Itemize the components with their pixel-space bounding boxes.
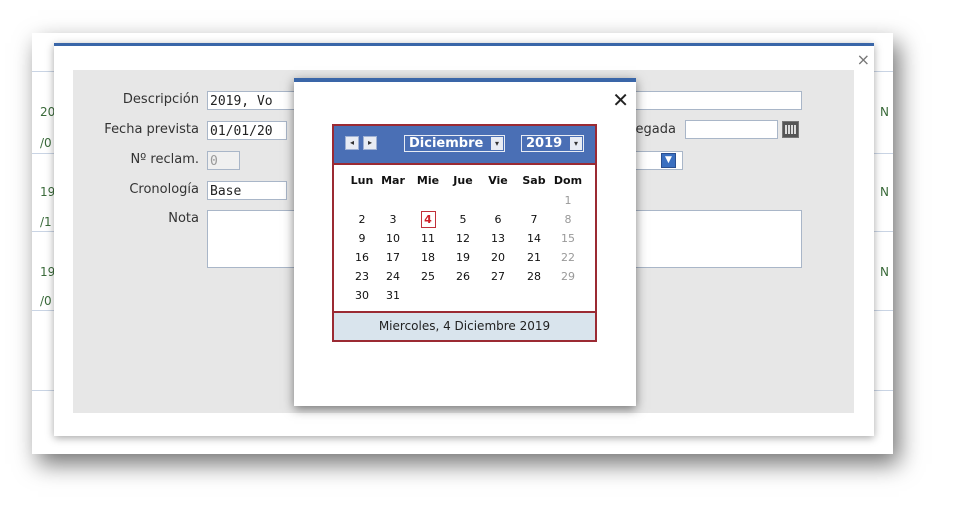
weekday-label: Mie (416, 174, 440, 187)
calendar-day[interactable]: 16 (345, 249, 379, 266)
calendar-day[interactable]: 14 (517, 230, 551, 247)
calendar-day[interactable]: 31 (376, 287, 410, 304)
calendar-day[interactable]: 28 (517, 268, 551, 285)
bg-row-text: N (880, 185, 889, 199)
calendar-day[interactable]: 25 (411, 268, 445, 285)
month-select-value: Diciembre (409, 136, 484, 151)
chevron-down-icon: ▾ (491, 137, 503, 150)
calendar-day[interactable]: 1 (551, 192, 585, 209)
calendar-day[interactable]: 24 (376, 268, 410, 285)
calendar-day[interactable]: 27 (481, 268, 515, 285)
selected-date-footer: Miercoles, 4 Diciembre 2019 (334, 311, 595, 340)
weekday-label: Mar (381, 174, 405, 187)
calendar-day[interactable]: 8 (551, 211, 585, 228)
month-select[interactable]: Diciembre ▾ (404, 135, 505, 152)
calendar-day[interactable]: 5 (446, 211, 480, 228)
calendar-header: ◂ ▸ Diciembre ▾ 2019 ▾ (334, 126, 595, 165)
weekday-label: Sab (522, 174, 546, 187)
reclam-field[interactable]: 0 (207, 151, 240, 170)
close-icon[interactable]: × (857, 50, 870, 69)
bg-row-text: 19 (40, 185, 56, 199)
datepicker-popup: ✕ ◂ ▸ Diciembre ▾ 2019 ▾ Lun Mar Mie Jue Vie… (294, 78, 636, 406)
bg-row-text: 19 (40, 265, 56, 279)
calendar-day[interactable]: 30 (345, 287, 379, 304)
calendar-day[interactable]: 4 (411, 211, 445, 228)
calendar-day[interactable]: 19 (446, 249, 480, 266)
calendar-day[interactable]: 12 (446, 230, 480, 247)
chevron-down-icon[interactable]: ▼ (661, 153, 676, 168)
next-month-icon[interactable]: ▸ (363, 136, 377, 150)
close-icon[interactable]: ✕ (612, 90, 629, 110)
calendar-day[interactable]: 6 (481, 211, 515, 228)
chevron-down-icon: ▾ (570, 137, 582, 150)
weekday-label: Lun (350, 174, 374, 187)
bg-row-text: N (880, 105, 889, 119)
calendar-day[interactable]: 29 (551, 268, 585, 285)
nota-label: Nota (168, 211, 199, 226)
bg-row-text: N (880, 265, 889, 279)
fecha-llegada-field[interactable] (685, 120, 778, 139)
calendar-day[interactable]: 26 (446, 268, 480, 285)
calendar-day[interactable]: 22 (551, 249, 585, 266)
fecha-prevista-label: Fecha prevista (104, 122, 199, 137)
bg-row-text: /0 (40, 136, 52, 150)
cronologia-label: Cronología (129, 182, 199, 197)
calendar: ◂ ▸ Diciembre ▾ 2019 ▾ Lun Mar Mie Jue Vie Sa… (332, 124, 597, 342)
weekday-label: Dom (553, 174, 583, 187)
year-select-value: 2019 (526, 136, 563, 151)
calendar-day[interactable]: 15 (551, 230, 585, 247)
calendar-day[interactable]: 23 (345, 268, 379, 285)
reclam-label: Nº reclam. (130, 152, 199, 167)
calendar-day[interactable]: 13 (481, 230, 515, 247)
bg-row-text: /0 (40, 294, 52, 308)
calendar-day[interactable]: 2 (345, 211, 379, 228)
calendar-day[interactable]: 17 (376, 249, 410, 266)
calendar-icon[interactable] (782, 121, 799, 138)
prev-month-icon[interactable]: ◂ (345, 136, 359, 150)
calendar-day[interactable]: 10 (376, 230, 410, 247)
weekday-label: Jue (453, 174, 473, 187)
calendar-day[interactable]: 11 (411, 230, 445, 247)
calendar-day[interactable]: 3 (376, 211, 410, 228)
calendar-day[interactable]: 7 (517, 211, 551, 228)
calendar-day[interactable]: 20 (481, 249, 515, 266)
bg-row-text: 20 (40, 105, 56, 119)
selected-day: 4 (420, 211, 436, 228)
year-select[interactable]: 2019 ▾ (521, 135, 584, 152)
weekday-label: Vie (488, 174, 508, 187)
bg-row-text: /1 (40, 215, 52, 229)
descripcion-label: Descripción (122, 92, 199, 107)
calendar-day[interactable]: 18 (411, 249, 445, 266)
calendar-day[interactable]: 21 (517, 249, 551, 266)
calendar-day[interactable]: 9 (345, 230, 379, 247)
cronologia-field[interactable]: Base (207, 181, 287, 200)
fecha-prevista-field[interactable]: 01/01/20 (207, 121, 287, 140)
